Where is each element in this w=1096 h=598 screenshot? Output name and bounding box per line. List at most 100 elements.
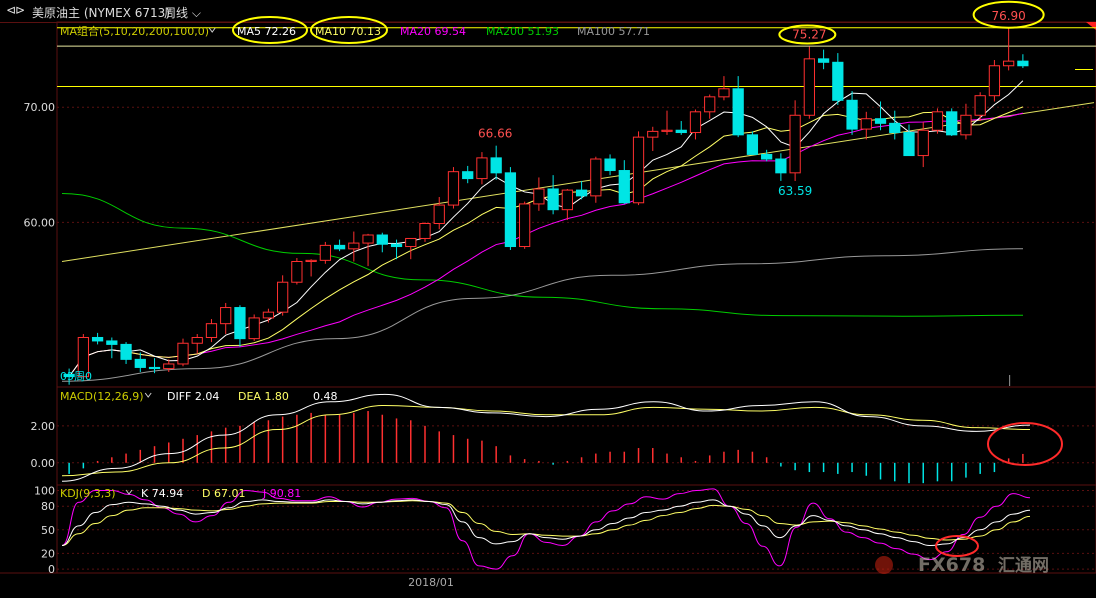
watermark-text: FX678 bbox=[918, 554, 985, 576]
candle-down bbox=[134, 358, 146, 368]
candle-down bbox=[618, 170, 630, 204]
candle-down bbox=[889, 122, 901, 134]
candle-down bbox=[490, 157, 502, 174]
kdj-y-tick: 80 bbox=[41, 500, 55, 513]
macd-y-tick: 2.00 bbox=[31, 420, 56, 433]
candle-down bbox=[761, 153, 773, 160]
price-annotation: 75.27 bbox=[792, 28, 826, 42]
candle-up bbox=[689, 111, 702, 134]
legend-item: DIFF 2.04 bbox=[167, 390, 219, 403]
price-y-tick: 60.00 bbox=[24, 216, 56, 229]
candle-up bbox=[632, 136, 645, 204]
legend-item: DEA 1.80 bbox=[238, 390, 289, 403]
candle-up bbox=[533, 188, 545, 205]
candle-down bbox=[604, 158, 616, 172]
candle-down bbox=[234, 307, 246, 340]
candle-up bbox=[960, 114, 972, 136]
candle-up bbox=[661, 129, 673, 132]
candle-up bbox=[803, 58, 815, 116]
candle-up bbox=[1003, 60, 1015, 67]
fx678-logo-icon bbox=[875, 556, 893, 574]
legend-item: 0.48 bbox=[313, 390, 338, 403]
candle-up bbox=[248, 317, 260, 340]
legend-item: MA200 51.93 bbox=[486, 25, 559, 38]
chevron-down-icon bbox=[144, 392, 152, 398]
legend-item: MA组合(5,10,20,200,100,0) bbox=[60, 24, 209, 38]
candle-down bbox=[675, 129, 687, 134]
candle-down bbox=[120, 343, 132, 360]
legend-item: KDJ(9,3,3) bbox=[60, 487, 116, 500]
dea-line bbox=[61, 404, 1031, 477]
candle-up bbox=[277, 281, 289, 313]
candle-up bbox=[447, 171, 460, 206]
watermark-text-2: 汇通网 bbox=[998, 556, 1049, 576]
candle-down bbox=[547, 188, 559, 211]
candle-down bbox=[746, 134, 759, 155]
candle-up bbox=[974, 95, 986, 116]
candle-up bbox=[291, 260, 303, 283]
candle-up bbox=[319, 244, 331, 261]
candle-up bbox=[220, 307, 232, 325]
candle-down bbox=[846, 99, 858, 130]
candle-up bbox=[177, 342, 189, 365]
kdj-y-tick: 50 bbox=[41, 524, 55, 537]
candle-down bbox=[775, 158, 787, 174]
candle-down bbox=[575, 189, 588, 197]
price-annotation: 63.59 bbox=[778, 184, 812, 198]
price-panel: 70.00 60.00 66.66 75.27 76.90 63.59 05周0 bbox=[24, 0, 1096, 386]
corner-marker-icon bbox=[1086, 22, 1096, 30]
candle-up bbox=[262, 311, 275, 319]
ma100-line bbox=[61, 248, 1024, 382]
kdj-y-tick: 0 bbox=[48, 563, 55, 576]
candle-up bbox=[590, 158, 602, 197]
kdj-y-tick: 20 bbox=[41, 547, 55, 560]
macd-y-tick: 0.00 bbox=[31, 457, 56, 470]
candle-down bbox=[1017, 60, 1029, 67]
candle-up bbox=[860, 118, 872, 130]
candle-down bbox=[832, 61, 844, 101]
chart-canvas[interactable]: 2018/01 70.0060.0066.6675.2776.9063.5905… bbox=[0, 0, 1096, 598]
candle-down bbox=[903, 132, 915, 157]
candle-down bbox=[390, 243, 403, 248]
x-axis-label: 2018/01 bbox=[408, 576, 454, 589]
kdj-d-line bbox=[61, 500, 1031, 546]
candle-up bbox=[988, 65, 1001, 97]
candle-up bbox=[191, 336, 203, 344]
legends: MA组合(5,10,20,200,100,0) MA5 72.26 MA10 70.… bbox=[60, 16, 650, 500]
legend-item: D 67.01 bbox=[202, 487, 245, 500]
legend-item: MA5 72.26 bbox=[237, 25, 296, 38]
legend-item: MA20 69.54 bbox=[400, 25, 466, 38]
legend-item: J 90.81 bbox=[262, 487, 301, 500]
candle-up bbox=[476, 157, 488, 180]
candle-up bbox=[305, 259, 317, 262]
candle-up bbox=[433, 204, 445, 224]
candle-up bbox=[647, 130, 659, 138]
candle-down bbox=[376, 234, 388, 245]
candle-down bbox=[504, 172, 517, 248]
candle-up bbox=[519, 203, 531, 248]
chevron-down-icon bbox=[208, 27, 216, 33]
candle-up bbox=[917, 129, 929, 157]
legend-item: MA10 70.13 bbox=[315, 25, 381, 38]
candle-down bbox=[148, 366, 161, 370]
candle-down bbox=[946, 111, 958, 136]
candle-up bbox=[718, 88, 730, 98]
candle-down bbox=[462, 171, 474, 180]
candle-down bbox=[874, 118, 887, 124]
legend-item: K 74.94 bbox=[141, 487, 183, 500]
price-annotation: 76.90 bbox=[991, 9, 1025, 23]
week-label: 05周0 bbox=[60, 370, 92, 383]
diff-line bbox=[61, 393, 1031, 482]
candle-down bbox=[333, 244, 346, 250]
candle-up bbox=[362, 234, 374, 244]
ma200-line bbox=[61, 193, 1024, 317]
candle-down bbox=[106, 340, 118, 345]
candle-up bbox=[163, 363, 175, 370]
candle-down bbox=[91, 336, 104, 342]
legend-item: MACD(12,26,9) bbox=[60, 390, 144, 403]
candle-up bbox=[789, 114, 801, 174]
candle-up bbox=[704, 96, 716, 113]
candle-up bbox=[348, 242, 360, 250]
kdj-k-line bbox=[61, 499, 1031, 547]
candle-down bbox=[732, 88, 744, 136]
